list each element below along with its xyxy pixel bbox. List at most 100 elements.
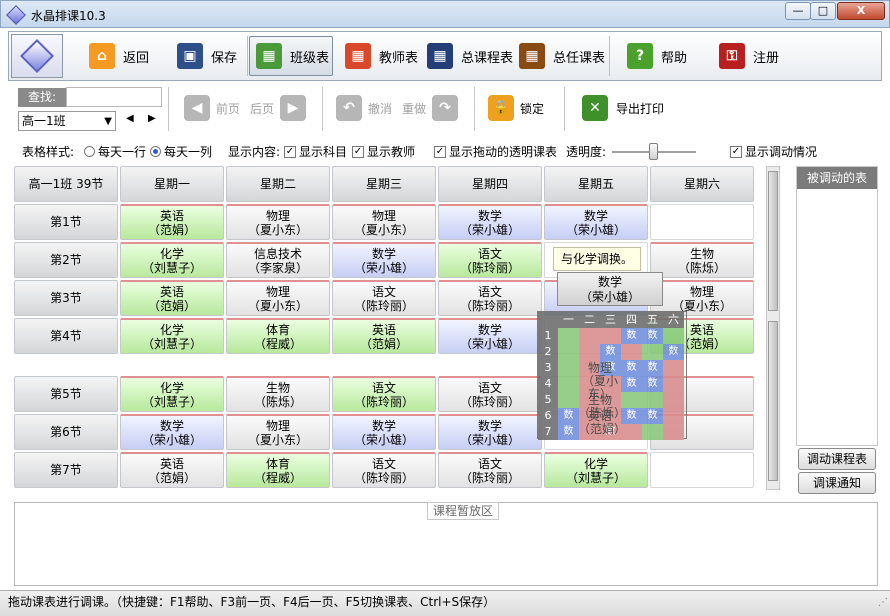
back-button[interactable]: ⌂ 返回 — [83, 36, 163, 76]
course-cell[interactable]: 语文 （陈玲丽） — [438, 376, 542, 412]
course-cell[interactable]: 英语 （范娟） — [332, 318, 436, 354]
course-cell[interactable]: 物理 （夏小东） — [226, 414, 330, 450]
course-cell[interactable]: 语文 （陈玲丽） — [332, 376, 436, 412]
course-cell[interactable]: 语文 （陈玲丽） — [332, 452, 436, 488]
course-subject: 生物 — [265, 380, 290, 395]
course-cell[interactable]: 数学 （荣小雄） — [332, 242, 436, 278]
total-course-button[interactable]: ▦ 总课程表 — [421, 36, 517, 76]
course-cell[interactable]: 数学 （荣小雄） — [438, 414, 542, 450]
course-subject: 数学 — [371, 418, 396, 433]
show-adjust-checkbox[interactable]: ✓ 显示调动情况 — [730, 143, 817, 160]
checkmark-icon: ✓ — [730, 145, 742, 158]
teacher-table-button[interactable]: ▦ 教师表 — [339, 36, 419, 76]
course-stash-area[interactable]: 课程暂放区 — [14, 502, 878, 586]
empty-slot[interactable] — [650, 452, 754, 488]
close-button[interactable]: X — [837, 2, 885, 20]
mini-corner — [538, 312, 558, 328]
control-row: 查找: 高一1班 ▼ ◀ ▶ ◀ 前页 后页 ▶ ↶ 撤消 重做 ↷ 🔒 锁定 … — [8, 83, 882, 135]
show-teacher-checkbox[interactable]: ✓ 显示教师 — [352, 143, 415, 160]
course-cell[interactable]: 化学 （刘慧子） — [120, 318, 224, 354]
mini-slot — [558, 376, 579, 392]
course-cell[interactable]: 生物 （陈烁） — [650, 242, 754, 278]
search-input[interactable] — [66, 87, 162, 107]
mini-behind-teacher: （范娟） — [578, 422, 627, 436]
next-page-button[interactable]: 后页 ▶ — [250, 93, 307, 123]
class-table-button[interactable]: ▦ 班级表 — [249, 36, 333, 76]
excel-icon: ✕ — [582, 95, 608, 121]
course-teacher: （刘慧子） — [141, 394, 202, 409]
course-cell[interactable]: 数学 （荣小雄） — [120, 414, 224, 450]
grid-scrollbar[interactable] — [766, 166, 780, 490]
control-divider — [168, 87, 169, 131]
course-cell[interactable]: 信息技术 （李家泉） — [226, 242, 330, 278]
course-teacher: （刘慧子） — [565, 470, 626, 485]
undo-button[interactable]: ↶ 撤消 — [336, 93, 392, 123]
prev-page-button[interactable]: ◀ 前页 — [184, 93, 240, 123]
dragged-course-card[interactable]: 数学 （荣小雄） — [557, 272, 663, 306]
empty-slot[interactable] — [650, 204, 754, 240]
course-subject: 化学 — [159, 322, 184, 337]
adjust-table-button[interactable]: 调动课程表 — [798, 448, 876, 470]
course-cell[interactable]: 化学 （刘慧子） — [120, 242, 224, 278]
course-cell[interactable]: 数学 （荣小雄） — [438, 204, 542, 240]
course-cell[interactable]: 英语 （范娟） — [120, 280, 224, 316]
export-print-button[interactable]: ✕ 导出打印 — [582, 93, 664, 123]
period-header: 第2节 — [14, 242, 118, 278]
course-cell[interactable]: 化学 （刘慧子） — [544, 452, 648, 488]
mini-slot: 数 — [621, 360, 642, 376]
total-duty-button[interactable]: ▦ 总任课表 — [513, 36, 609, 76]
course-cell[interactable]: 语文 （陈玲丽） — [438, 242, 542, 278]
course-cell[interactable]: 物理 （夏小东） — [226, 204, 330, 240]
course-cell[interactable]: 体育 （程威） — [226, 318, 330, 354]
show-drag-transparent-checkbox[interactable]: ✓ 显示拖动的透明课表 — [434, 143, 557, 160]
logo-diamond-icon — [20, 39, 54, 73]
radio-per-col[interactable]: 每天一列 — [150, 143, 212, 160]
course-cell[interactable]: 语文 （陈玲丽） — [332, 280, 436, 316]
course-cell[interactable]: 体育 （程威） — [226, 452, 330, 488]
course-subject: 化学 — [583, 456, 608, 471]
scrollbar-thumb[interactable] — [768, 171, 778, 311]
course-teacher: （荣小雄） — [141, 432, 202, 447]
lock-button[interactable]: 🔒 锁定 — [488, 93, 544, 123]
course-cell[interactable]: 数学 （荣小雄） — [544, 204, 648, 240]
register-button[interactable]: ⚿ 注册 — [713, 36, 793, 76]
app-diamond-icon — [6, 5, 26, 25]
course-cell[interactable]: 英语 （范娟） — [120, 452, 224, 488]
course-cell[interactable]: 数学 （荣小雄） — [438, 318, 542, 354]
scrollbar-thumb[interactable] — [768, 321, 778, 481]
course-subject: 数学 — [477, 322, 502, 337]
control-divider — [322, 87, 323, 131]
help-button[interactable]: ? 帮助 — [621, 36, 701, 76]
course-teacher: （陈玲丽） — [459, 394, 520, 409]
adjusted-table-panel: 被调动的表 — [796, 166, 878, 446]
course-cell[interactable]: 语文 （陈玲丽） — [438, 280, 542, 316]
radio-circle — [84, 146, 95, 157]
course-cell[interactable]: 生物 （陈烁） — [226, 376, 330, 412]
next-class-icon[interactable]: ▶ — [148, 113, 156, 124]
opacity-slider-thumb[interactable] — [649, 143, 658, 160]
save-button[interactable]: ▣ 保存 — [171, 36, 245, 76]
redo-button[interactable]: 重做 ↷ — [402, 93, 459, 123]
resize-grip-icon[interactable]: ⋰ — [878, 592, 888, 614]
class-select[interactable]: 高一1班 ▼ — [18, 111, 116, 131]
checkmark-icon: ✓ — [434, 145, 446, 158]
question-icon: ? — [627, 43, 653, 69]
course-subject: 数学 — [159, 418, 184, 433]
radio-per-row[interactable]: 每天一行 — [84, 143, 146, 160]
course-cell[interactable]: 物理 （夏小东） — [226, 280, 330, 316]
course-cell[interactable]: 数学 （荣小雄） — [332, 414, 436, 450]
day-header: 星期四 — [438, 166, 542, 202]
course-cell[interactable]: 英语 （范娟） — [120, 204, 224, 240]
adjust-notice-button[interactable]: 调课通知 — [798, 472, 876, 494]
mini-period-header: 4 — [538, 376, 558, 392]
minimize-button[interactable]: — — [785, 2, 811, 20]
prev-class-icon[interactable]: ◀ — [126, 113, 134, 124]
mini-slot — [558, 392, 579, 408]
course-cell[interactable]: 化学 （刘慧子） — [120, 376, 224, 412]
course-cell[interactable]: 语文 （陈玲丽） — [438, 452, 542, 488]
maximize-button[interactable]: □ — [810, 2, 836, 20]
course-cell[interactable]: 物理 （夏小东） — [332, 204, 436, 240]
show-subject-checkbox[interactable]: ✓ 显示科目 — [284, 143, 347, 160]
mini-slot — [642, 392, 663, 408]
mini-slot — [663, 424, 684, 440]
